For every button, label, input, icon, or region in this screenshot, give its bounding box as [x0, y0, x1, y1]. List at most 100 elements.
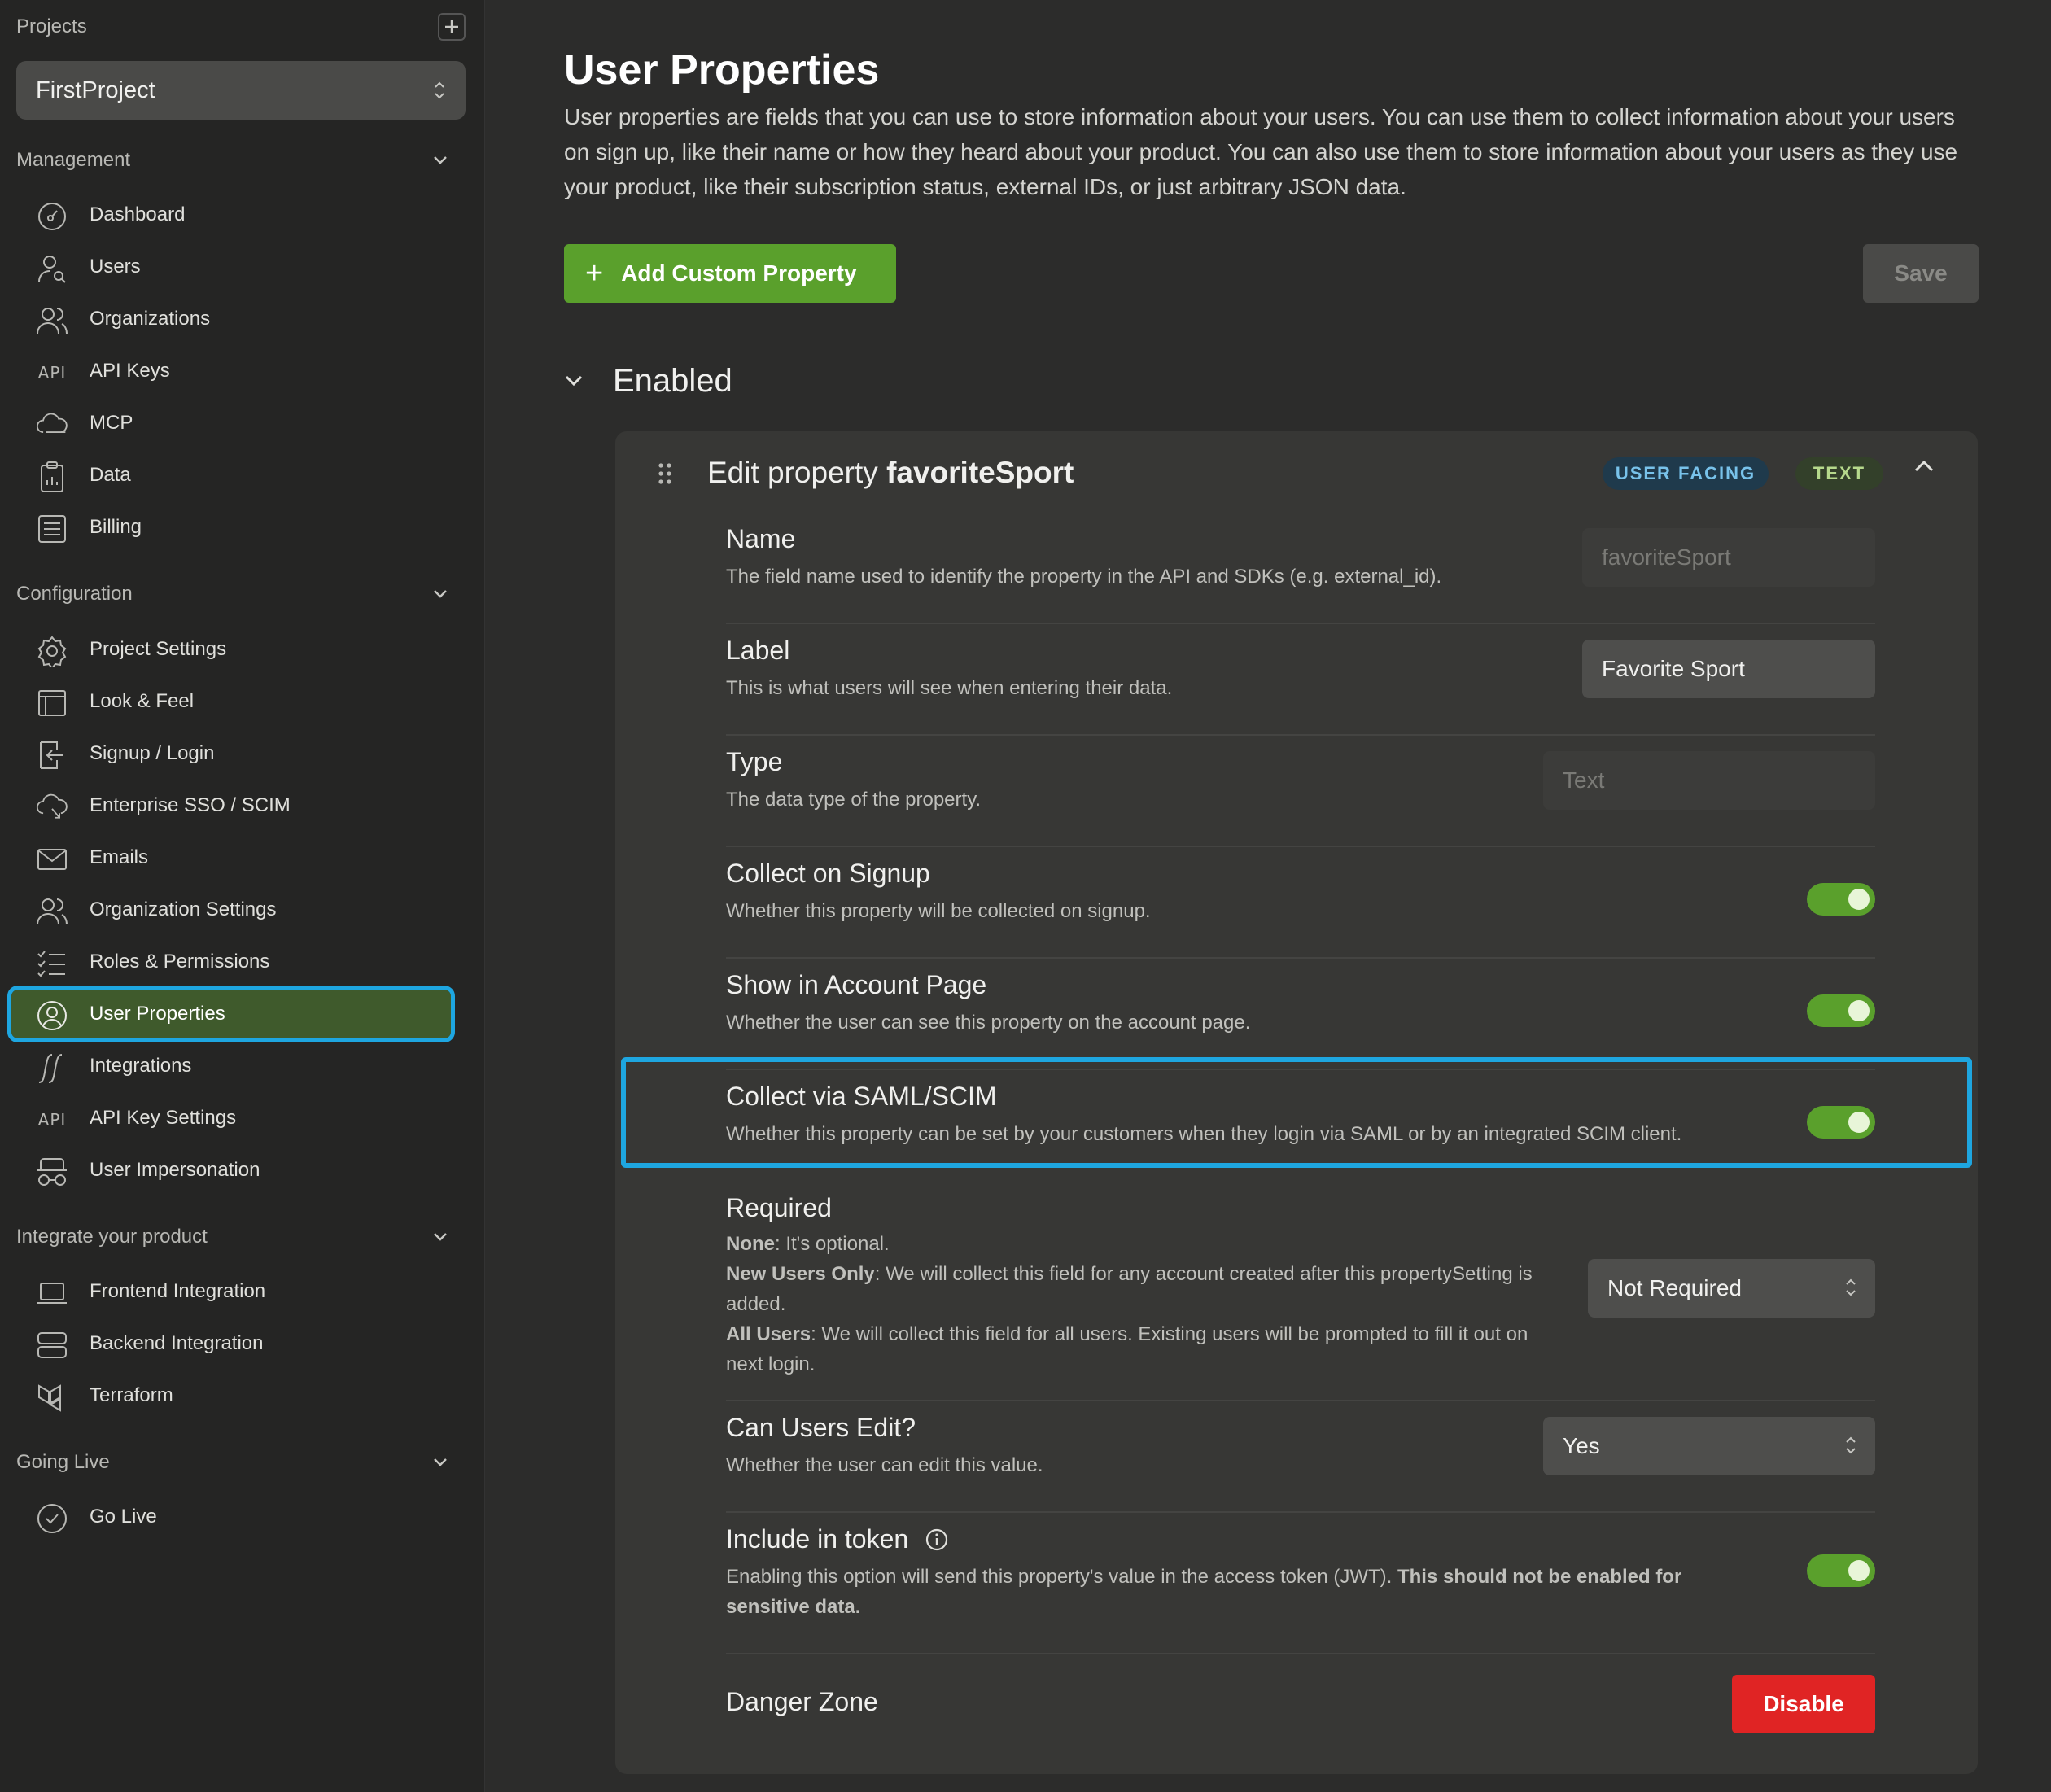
- checklist-icon: [36, 947, 68, 980]
- sidebar-item-signup-login[interactable]: Signup / Login: [11, 729, 451, 778]
- sidebar-item-look-feel[interactable]: Look & Feel: [11, 677, 451, 726]
- row-title: Collect via SAML/SCIM: [726, 1082, 997, 1111]
- sidebar-item-label: Users: [90, 256, 141, 278]
- section-management-label: Management: [16, 149, 131, 171]
- type-select[interactable]: Text: [1543, 751, 1875, 810]
- sidebar-item-backend-integration[interactable]: Backend Integration: [11, 1319, 451, 1368]
- toggle-knob: [1848, 889, 1870, 910]
- row-title: Required: [726, 1193, 832, 1222]
- sidebar-item-frontend-integration[interactable]: Frontend Integration: [11, 1267, 451, 1316]
- sidebar-item-organizations[interactable]: Organizations: [11, 295, 451, 343]
- card-title-prefix: Edit property: [707, 456, 878, 489]
- dashboard-icon: [36, 200, 68, 233]
- sidebar-item-users[interactable]: Users: [11, 243, 451, 291]
- chevron-updown-icon: [435, 81, 444, 99]
- can-users-edit-value: Yes: [1563, 1433, 1600, 1458]
- save-button[interactable]: Save: [1863, 244, 1979, 303]
- chevron-up-icon[interactable]: [1913, 460, 1935, 473]
- terraform-icon: [36, 1381, 68, 1414]
- row-collect-on-signup: Collect on Signup Whether this property …: [726, 847, 1875, 959]
- sidebar-item-billing[interactable]: Billing: [11, 503, 451, 552]
- toggle-knob: [1848, 1000, 1870, 1021]
- collect-via-saml-scim-toggle[interactable]: [1807, 1106, 1875, 1139]
- sidebar-item-roles-permissions[interactable]: Roles & Permissions: [11, 938, 451, 986]
- required-description: None: It's optional. New Users Only: We …: [726, 1229, 1540, 1379]
- chevron-updown-icon: [1846, 1278, 1856, 1296]
- sidebar-item-label: Emails: [90, 846, 149, 868]
- property-card-header: Edit property favoriteSport USER FACING …: [615, 431, 1978, 513]
- row-title: Type: [726, 747, 783, 776]
- sidebar-item-user-properties[interactable]: User Properties: [7, 986, 455, 1042]
- disable-button[interactable]: Disable: [1732, 1675, 1875, 1733]
- add-project-button[interactable]: [438, 13, 466, 41]
- main-content: User Properties User properties are fiel…: [486, 0, 2051, 1792]
- row-description: Whether the user can edit this value.: [726, 1454, 1043, 1476]
- project-selector-value: FirstProject: [36, 76, 155, 103]
- row-collect-via-saml-scim: Collect via SAML/SCIM Whether this prope…: [726, 1070, 1875, 1182]
- section-integrate-label: Integrate your product: [16, 1226, 208, 1248]
- projects-label: Projects: [16, 15, 87, 37]
- sidebar-item-user-impersonation[interactable]: User Impersonation: [11, 1146, 451, 1195]
- name-input[interactable]: favoriteSport: [1582, 528, 1875, 587]
- chevron-down-icon: [434, 1233, 447, 1241]
- sidebar-item-label: Billing: [90, 516, 142, 538]
- can-users-edit-select[interactable]: Yes: [1543, 1417, 1875, 1475]
- section-configuration[interactable]: Configuration: [16, 578, 448, 610]
- required-none-desc: : It's optional.: [775, 1233, 890, 1255]
- section-going-live[interactable]: Going Live: [16, 1446, 448, 1479]
- sidebar-item-dashboard[interactable]: Dashboard: [11, 190, 451, 239]
- plus-icon: [445, 20, 458, 33]
- sidebar-item-go-live[interactable]: Go Live: [11, 1493, 451, 1541]
- sidebar-item-data[interactable]: Data: [11, 451, 451, 500]
- sidebar-item-enterprise-sso[interactable]: Enterprise SSO / SCIM: [11, 781, 451, 830]
- sidebar-item-label: Go Live: [90, 1506, 157, 1528]
- collect-on-signup-toggle[interactable]: [1807, 883, 1875, 916]
- sidebar-item-project-settings[interactable]: Project Settings: [11, 625, 451, 674]
- sidebar-item-label: Organizations: [90, 308, 211, 330]
- sidebar-item-label: API Keys: [90, 360, 170, 382]
- row-description: The field name used to identify the prop…: [726, 566, 1442, 588]
- show-in-account-page-toggle[interactable]: [1807, 994, 1875, 1027]
- organizations-icon: [36, 304, 68, 337]
- server-icon: [36, 1329, 68, 1361]
- sidebar-item-label: API Key Settings: [90, 1107, 237, 1129]
- row-title: Collect on Signup: [726, 859, 930, 888]
- sidebar: Projects FirstProject Management Dashboa…: [0, 0, 485, 1792]
- row-required: Required None: It's optional. New Users …: [726, 1182, 1875, 1401]
- info-icon[interactable]: [925, 1528, 949, 1552]
- api-icon: API: [37, 1110, 67, 1130]
- clipboard-chart-icon: [36, 461, 68, 493]
- label-input[interactable]: Favorite Sport: [1582, 640, 1875, 698]
- type-text-badge: TEXT: [1795, 457, 1883, 490]
- include-in-token-toggle[interactable]: [1807, 1554, 1875, 1587]
- sidebar-item-integrations[interactable]: Integrations: [11, 1042, 451, 1090]
- sidebar-item-api-keys[interactable]: API API Keys: [11, 347, 451, 396]
- include-token-desc: Enabling this option will send this prop…: [726, 1566, 1397, 1588]
- section-management[interactable]: Management: [16, 144, 448, 177]
- required-all-term: All Users: [726, 1323, 811, 1345]
- sidebar-item-api-key-settings[interactable]: API API Key Settings: [11, 1094, 451, 1143]
- row-can-users-edit: Can Users Edit? Whether the user can edi…: [726, 1401, 1875, 1513]
- enabled-section-toggle[interactable]: Enabled: [564, 358, 732, 404]
- section-integrate[interactable]: Integrate your product: [16, 1221, 448, 1253]
- sidebar-item-mcp[interactable]: MCP: [11, 399, 451, 448]
- property-card-title: Edit property favoriteSport: [707, 456, 1074, 490]
- toggle-knob: [1848, 1112, 1870, 1133]
- sidebar-item-emails[interactable]: Emails: [11, 833, 451, 882]
- required-select-value: Not Required: [1607, 1275, 1742, 1300]
- section-configuration-label: Configuration: [16, 583, 133, 605]
- enabled-section-label: Enabled: [613, 362, 732, 399]
- drag-handle-icon[interactable]: [658, 462, 672, 485]
- row-label: Label This is what users will see when e…: [726, 624, 1875, 736]
- row-danger-zone: Danger Zone Disable: [726, 1654, 1875, 1774]
- row-title: Show in Account Page: [726, 970, 987, 999]
- chevron-down-icon: [434, 1458, 447, 1466]
- sidebar-item-organization-settings[interactable]: Organization Settings: [11, 885, 451, 934]
- project-selector[interactable]: FirstProject: [16, 61, 466, 120]
- required-select[interactable]: Not Required: [1588, 1259, 1875, 1318]
- add-custom-property-button[interactable]: + Add Custom Property: [564, 244, 896, 303]
- row-show-in-account-page: Show in Account Page Whether the user ca…: [726, 959, 1875, 1070]
- sidebar-item-label: User Properties: [90, 1003, 225, 1025]
- sidebar-item-terraform[interactable]: Terraform: [11, 1371, 451, 1420]
- property-card: Edit property favoriteSport USER FACING …: [615, 431, 1978, 1774]
